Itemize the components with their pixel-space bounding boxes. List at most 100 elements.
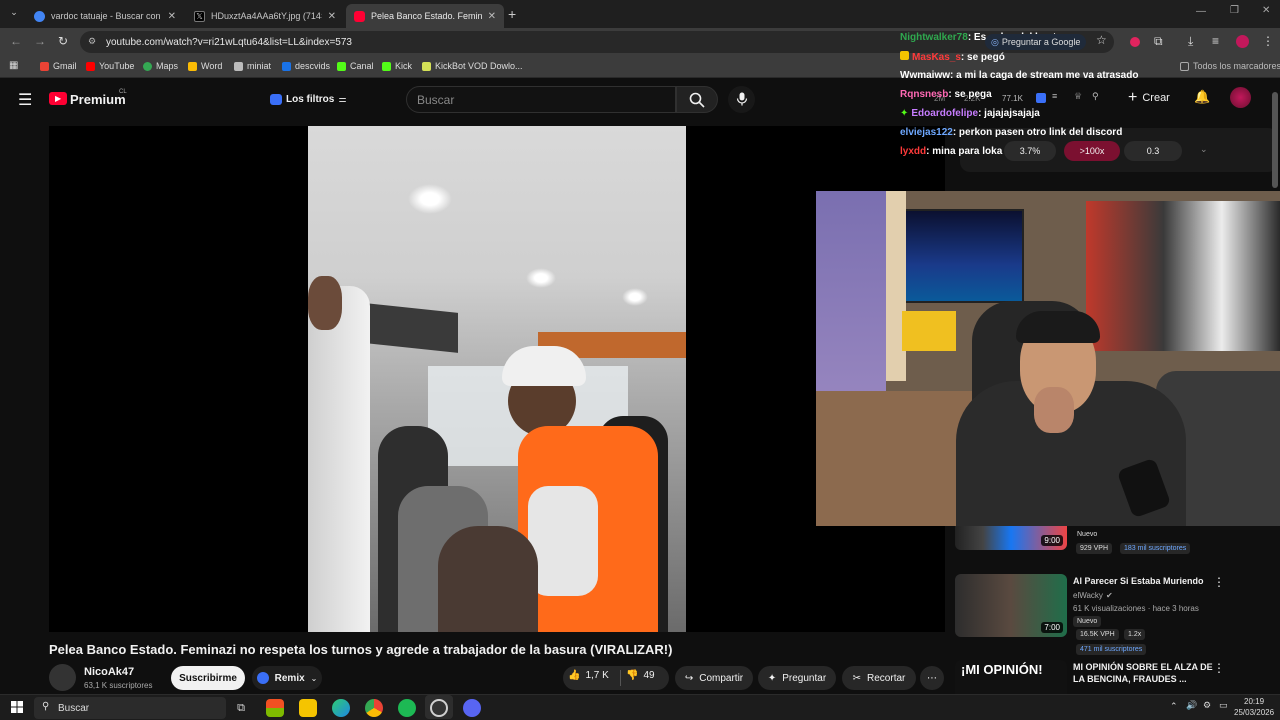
video-thumbnail[interactable]: 9:00 bbox=[955, 526, 1067, 550]
ask-google-button[interactable]: ◎ Preguntar a Google bbox=[985, 34, 1087, 50]
more-options-icon[interactable]: ⋮ bbox=[1213, 575, 1225, 589]
webcam-overlay bbox=[816, 191, 1280, 526]
task-view-icon[interactable]: ⧉ bbox=[232, 699, 250, 717]
apps-icon[interactable]: ▦ bbox=[9, 60, 18, 71]
voice-search-button[interactable] bbox=[728, 86, 755, 113]
tray-app-icon[interactable]: ⚙ bbox=[1203, 700, 1211, 711]
video-title[interactable]: Al Parecer Si Estaba Muriendo bbox=[1073, 576, 1204, 586]
forward-icon[interactable]: → bbox=[34, 34, 46, 48]
taskbar-search[interactable]: ⚲ Buscar bbox=[34, 697, 226, 719]
clip-button[interactable]: ✂ Recortar bbox=[842, 666, 916, 690]
odds-pill[interactable]: 0.3 bbox=[1124, 141, 1182, 161]
file-explorer-icon[interactable] bbox=[299, 699, 317, 717]
subscribe-button[interactable]: Suscribirme bbox=[171, 666, 245, 690]
door bbox=[886, 191, 906, 381]
video-thumbnail[interactable]: ¡MI OPINIÓN! bbox=[955, 660, 1067, 694]
speaker-icon[interactable]: 🔊 bbox=[1186, 700, 1197, 711]
bars-icon: ≡ bbox=[1052, 91, 1058, 101]
bookmark-maps[interactable]: Maps bbox=[143, 61, 178, 71]
video-player[interactable] bbox=[49, 126, 945, 632]
page-scrollbar[interactable] bbox=[1272, 92, 1278, 188]
hamburger-menu-icon[interactable]: ☰ bbox=[18, 90, 32, 110]
bookmark-miniat[interactable]: miniat bbox=[234, 61, 271, 71]
site-info-icon[interactable]: ⚙ bbox=[88, 36, 96, 47]
chat-text: : mina para loka bbox=[926, 146, 1003, 157]
trophy-icon: ♕ bbox=[1074, 91, 1083, 101]
video-channel[interactable]: elWacky ✔ bbox=[1073, 591, 1113, 600]
profile-avatar[interactable] bbox=[1236, 35, 1249, 48]
bookmark-gmail[interactable]: Gmail bbox=[40, 61, 77, 71]
odds-pill[interactable]: 3.7% bbox=[1004, 141, 1056, 161]
windows-start-icon[interactable] bbox=[11, 701, 23, 713]
account-avatar[interactable] bbox=[1230, 87, 1251, 108]
clock-date[interactable]: 25/03/2026 bbox=[1234, 708, 1274, 717]
minimize-icon[interactable]: — bbox=[1196, 6, 1206, 17]
bookmark-descvids[interactable]: descvids bbox=[282, 61, 330, 71]
close-tab-icon[interactable]: ✕ bbox=[488, 11, 496, 22]
premium-logo-text: Premium bbox=[70, 92, 126, 107]
filters-button[interactable]: Los filtros ⚌ bbox=[270, 90, 346, 108]
create-button[interactable]: + Crear bbox=[1128, 86, 1170, 110]
tray-app-icon[interactable]: ▭ bbox=[1219, 700, 1228, 711]
tab-title: HDuxztAa4AAa6tY.jpg (714×12 bbox=[211, 11, 322, 21]
search-input[interactable]: Buscar bbox=[406, 86, 676, 113]
extensions-icon[interactable]: ⧉ bbox=[1154, 34, 1163, 49]
odds-pill-highlight[interactable]: >100x bbox=[1064, 141, 1120, 161]
chat-message: Wwmaiww: a mi la caga de stream me va at… bbox=[900, 70, 1138, 81]
like-button[interactable]: 👍 1,7 K bbox=[568, 670, 609, 681]
edge-icon[interactable] bbox=[332, 699, 350, 717]
bookmark-kick[interactable]: Kick bbox=[382, 61, 412, 71]
more-options-icon[interactable]: ⋮ bbox=[1213, 661, 1225, 675]
divider bbox=[620, 670, 621, 686]
video-title[interactable]: MI OPINIÓN SOBRE EL ALZA DE LA BENCINA, … bbox=[1073, 661, 1213, 685]
close-window-icon[interactable]: ✕ bbox=[1262, 5, 1270, 16]
close-tab-icon[interactable]: ✕ bbox=[168, 11, 176, 22]
chevron-down-icon[interactable]: ⌄ bbox=[1200, 144, 1208, 155]
chrome-icon[interactable] bbox=[365, 699, 383, 717]
tab-search-button[interactable]: ⌄ bbox=[6, 7, 22, 21]
clock-time[interactable]: 20:19 bbox=[1244, 697, 1264, 706]
sliders-icon: ⚌ bbox=[338, 93, 347, 104]
remix-button[interactable]: Remix ⌄ bbox=[252, 666, 322, 690]
kick-icon bbox=[337, 61, 346, 71]
record-icon[interactable] bbox=[1130, 37, 1140, 47]
search-button[interactable] bbox=[676, 86, 718, 113]
spotify-icon[interactable] bbox=[398, 699, 416, 717]
bookmark-youtube[interactable]: YouTube bbox=[86, 61, 134, 71]
star-icon[interactable]: ☆ bbox=[1096, 33, 1107, 47]
more-actions-button[interactable]: ⋯ bbox=[920, 666, 944, 690]
chat-username: elviejas122 bbox=[900, 127, 953, 138]
new-tab-button[interactable]: + bbox=[508, 6, 516, 22]
reload-icon[interactable]: ↻ bbox=[58, 34, 68, 48]
channel-avatar[interactable] bbox=[49, 664, 76, 691]
ask-button[interactable]: ✦ Preguntar bbox=[758, 666, 836, 690]
channel-name[interactable]: NicoAk47 bbox=[84, 666, 134, 678]
thumbs-up-icon: 👍 bbox=[568, 670, 581, 681]
back-icon[interactable]: ← bbox=[10, 34, 22, 48]
share-button[interactable]: ↪ Compartir bbox=[675, 666, 753, 690]
chat-username: MasKas_s bbox=[912, 52, 961, 63]
menu-icon[interactable]: ⋮ bbox=[1262, 34, 1274, 48]
subscriber-count: 63,1 K suscriptores bbox=[84, 681, 153, 690]
new-badge: Nuevo bbox=[1077, 531, 1098, 538]
download-icon[interactable]: ⤓ bbox=[1188, 34, 1193, 49]
ceiling-light bbox=[622, 288, 648, 306]
tab-youtube-video[interactable]: Pelea Banco Estado. Feminazi n ✕ bbox=[346, 4, 504, 28]
bookmark-kickbot[interactable]: KickBot VOD Dowlo... bbox=[422, 61, 523, 71]
all-bookmarks[interactable]: Todos los marcadores bbox=[1180, 61, 1280, 71]
microphone-icon bbox=[736, 92, 748, 106]
person-foreground bbox=[438, 526, 538, 632]
video-thumbnail[interactable]: 7:00 bbox=[955, 574, 1067, 637]
tab-image[interactable]: 𝕏 HDuxztAa4AAa6tY.jpg (714×12 ✕ bbox=[186, 4, 344, 28]
dislike-button[interactable]: 👎 49 bbox=[626, 670, 655, 681]
close-tab-icon[interactable]: ✕ bbox=[328, 11, 336, 22]
discord-icon[interactable] bbox=[463, 699, 481, 717]
notifications-bell-icon[interactable]: 🔔 bbox=[1194, 89, 1210, 105]
store-icon[interactable] bbox=[266, 699, 284, 717]
maximize-icon[interactable]: ❐ bbox=[1230, 5, 1239, 16]
bookmark-canal[interactable]: Canal bbox=[337, 61, 374, 71]
bookmark-word[interactable]: Word bbox=[188, 61, 222, 71]
tray-chevron-icon[interactable]: ⌃ bbox=[1170, 701, 1178, 712]
tab-google-search[interactable]: vardoc tatuaje - Buscar con Go ✕ bbox=[26, 4, 184, 28]
media-icon[interactable]: ≡ bbox=[1212, 34, 1219, 48]
